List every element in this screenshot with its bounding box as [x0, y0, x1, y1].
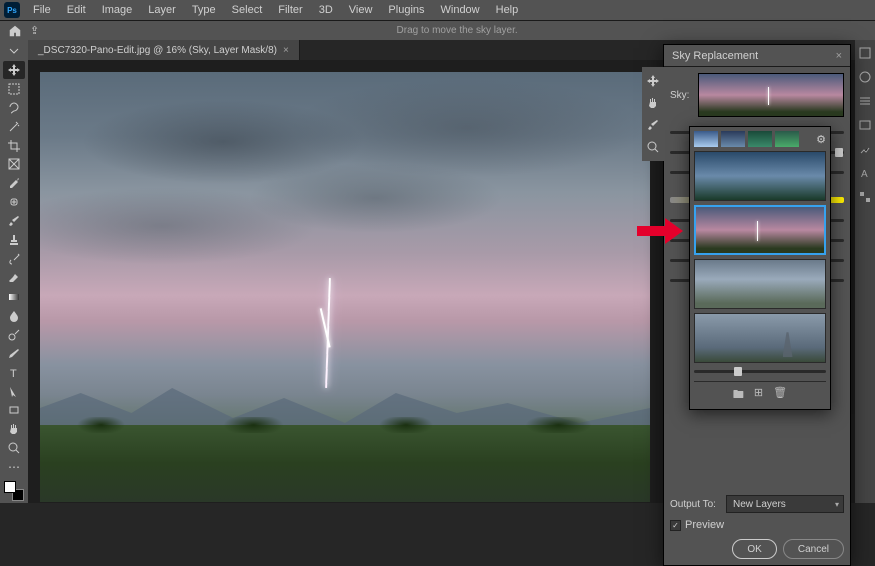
sky-preset-item-selected[interactable] [694, 205, 826, 255]
dialog-close-icon[interactable]: × [836, 50, 842, 62]
annotation-arrow [637, 216, 683, 249]
menu-view[interactable]: View [342, 2, 380, 18]
new-preset-icon[interactable]: ⊞ [754, 386, 763, 405]
document-tab-title: _DSC7320-Pano-Edit.jpg @ 16% (Sky, Layer… [38, 45, 277, 56]
sky-label: Sky: [670, 90, 692, 101]
canvas-image [40, 72, 650, 502]
gear-icon[interactable]: ⚙ [816, 131, 826, 147]
dialog-hand-tool[interactable] [642, 93, 664, 113]
sky-category-thumb[interactable] [721, 131, 745, 147]
menu-plugins[interactable]: Plugins [381, 2, 431, 18]
menu-type[interactable]: Type [185, 2, 223, 18]
dodge-tool[interactable] [3, 326, 25, 344]
path-tool[interactable] [3, 383, 25, 401]
menu-bar: Ps File Edit Image Layer Type Select Fil… [0, 0, 875, 20]
panel-icon[interactable] [858, 94, 872, 108]
trash-icon[interactable]: 🗑 [773, 386, 787, 405]
thumbnail-size-slider[interactable] [694, 365, 826, 377]
hand-tool[interactable] [3, 420, 25, 438]
panel-icon[interactable] [858, 118, 872, 132]
options-bar: ⇪ Drag to move the sky layer. [0, 20, 875, 40]
eyedropper-tool[interactable] [3, 174, 25, 192]
menu-help[interactable]: Help [489, 2, 526, 18]
dialog-title-text: Sky Replacement [672, 50, 758, 62]
dialog-tool-column [642, 67, 664, 161]
foreground-color-swatch[interactable] [4, 481, 16, 493]
blur-tool[interactable] [3, 307, 25, 325]
crop-tool[interactable] [3, 137, 25, 155]
home-icon[interactable] [8, 24, 22, 38]
sky-preset-item[interactable] [694, 313, 826, 363]
sky-category-thumb[interactable] [775, 131, 799, 147]
panel-icon[interactable] [858, 46, 872, 60]
lasso-tool[interactable] [3, 99, 25, 117]
svg-text:A: A [861, 169, 868, 180]
collapse-icon[interactable] [3, 42, 25, 60]
brush-tool[interactable] [3, 212, 25, 230]
eraser-tool[interactable] [3, 269, 25, 287]
close-tab-icon[interactable]: × [283, 45, 289, 56]
share-icon[interactable]: ⇪ [30, 24, 39, 37]
sky-preset-item[interactable] [694, 259, 826, 309]
menu-3d[interactable]: 3D [312, 2, 340, 18]
menu-filter[interactable]: Filter [271, 2, 309, 18]
heal-tool[interactable] [3, 193, 25, 211]
panel-icon[interactable]: A [858, 166, 872, 180]
app-logo: Ps [4, 2, 20, 18]
sky-preset-picker: ⚙ 🖿 ⊞ 🗑 [689, 126, 831, 410]
preview-label: Preview [685, 519, 724, 531]
zoom-tool[interactable] [3, 439, 25, 457]
menu-file[interactable]: File [26, 2, 58, 18]
folder-icon[interactable]: 🖿 [733, 386, 744, 405]
document-tab[interactable]: _DSC7320-Pano-Edit.jpg @ 16% (Sky, Layer… [28, 40, 300, 60]
sky-preset-item[interactable] [694, 151, 826, 201]
menu-image[interactable]: Image [95, 2, 140, 18]
menu-window[interactable]: Window [434, 2, 487, 18]
edit-toolbar-icon[interactable]: ⋯ [3, 458, 25, 476]
menu-edit[interactable]: Edit [60, 2, 93, 18]
output-to-select[interactable]: New Layers [726, 495, 844, 513]
sky-category-thumb[interactable] [748, 131, 772, 147]
panel-icon[interactable] [858, 190, 872, 204]
type-tool[interactable]: T [3, 364, 25, 382]
gradient-tool[interactable] [3, 288, 25, 306]
canvas-land [40, 425, 650, 502]
options-hint: Drag to move the sky layer. [47, 25, 867, 36]
marquee-tool[interactable] [3, 80, 25, 98]
output-to-label: Output To: [670, 499, 720, 510]
frame-tool[interactable] [3, 156, 25, 174]
panel-icon[interactable] [858, 142, 872, 156]
pen-tool[interactable] [3, 345, 25, 363]
dialog-zoom-tool[interactable] [642, 137, 664, 157]
wand-tool[interactable] [3, 118, 25, 136]
preview-checkbox[interactable]: ✓ [670, 520, 681, 531]
cancel-button[interactable]: Cancel [783, 539, 844, 559]
rectangle-tool[interactable] [3, 402, 25, 420]
dialog-move-tool[interactable] [642, 71, 664, 91]
sky-preset-dropdown[interactable] [698, 73, 844, 117]
dialog-titlebar[interactable]: Sky Replacement × [664, 45, 850, 67]
menu-layer[interactable]: Layer [141, 2, 183, 18]
right-panel-strip: A [855, 40, 875, 503]
move-tool[interactable] [3, 61, 25, 79]
menu-select[interactable]: Select [225, 2, 270, 18]
color-swatches[interactable] [4, 481, 24, 501]
stamp-tool[interactable] [3, 231, 25, 249]
sky-category-thumb[interactable] [694, 131, 718, 147]
ok-button[interactable]: OK [732, 539, 776, 559]
dialog-brush-tool[interactable] [642, 115, 664, 135]
svg-text:T: T [10, 368, 17, 380]
canvas-lightning [325, 278, 331, 388]
history-brush-tool[interactable] [3, 250, 25, 268]
tools-panel: T ⋯ [0, 40, 28, 503]
panel-icon[interactable] [858, 70, 872, 84]
